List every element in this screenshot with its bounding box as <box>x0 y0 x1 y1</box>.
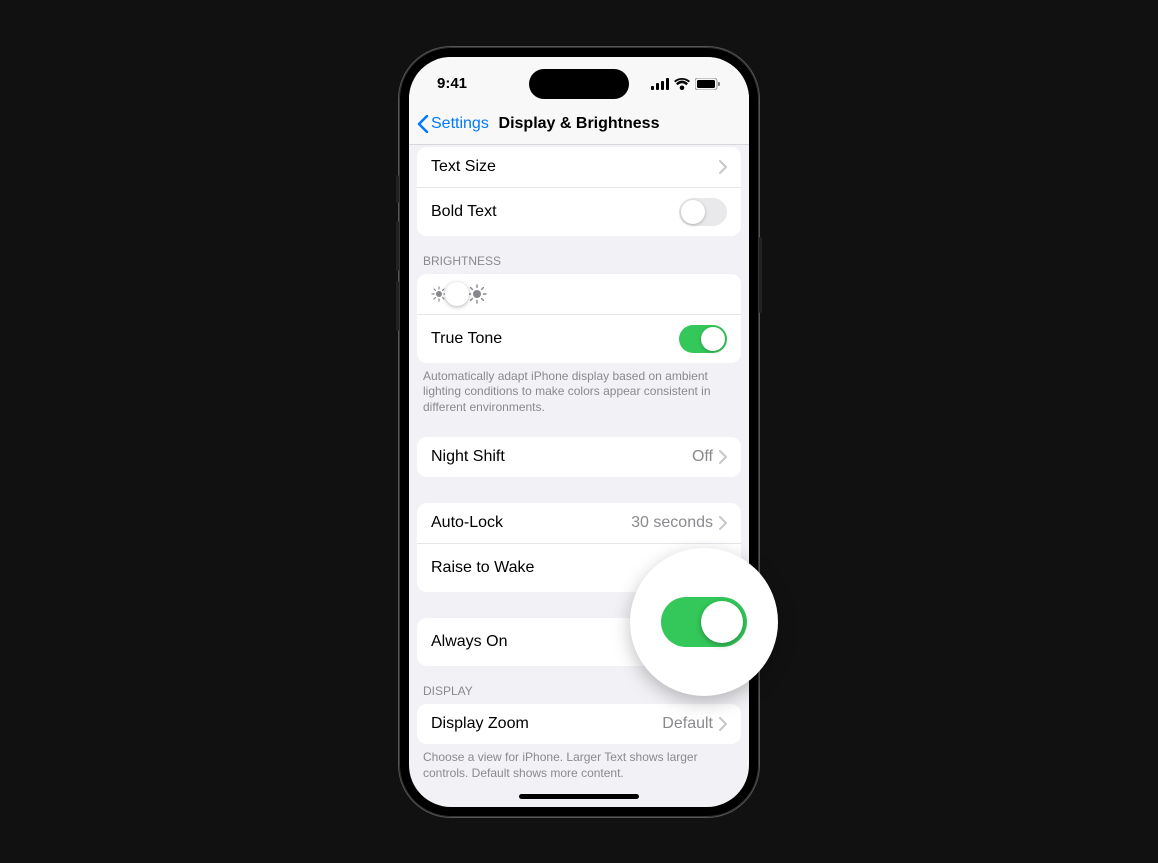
raise-to-wake-label: Raise to Wake <box>431 559 679 577</box>
row-auto-lock[interactable]: Auto-Lock 30 seconds <box>417 503 741 543</box>
row-night-shift[interactable]: Night Shift Off <box>417 437 741 477</box>
back-button[interactable]: Settings <box>417 105 489 144</box>
display-zoom-label: Display Zoom <box>431 715 662 733</box>
row-text-size[interactable]: Text Size <box>417 147 741 187</box>
signal-icon <box>651 78 669 90</box>
row-bold-text: Bold Text <box>417 187 741 236</box>
night-shift-label: Night Shift <box>431 448 692 466</box>
page-title: Display & Brightness <box>499 115 660 133</box>
section-header-brightness: BRIGHTNESS <box>409 236 749 274</box>
group-text: Text Size Bold Text <box>417 147 741 236</box>
chevron-right-icon <box>719 450 727 464</box>
back-label: Settings <box>431 115 489 133</box>
row-true-tone: True Tone <box>417 314 741 363</box>
side-button-power <box>759 237 762 313</box>
wifi-icon <box>674 78 690 90</box>
chevron-left-icon <box>417 115 429 133</box>
group-display-zoom: Display Zoom Default <box>417 704 741 744</box>
home-indicator <box>519 794 639 799</box>
bold-text-toggle[interactable] <box>679 198 727 226</box>
status-time: 9:41 <box>437 75 467 92</box>
true-tone-label: True Tone <box>431 330 679 348</box>
true-tone-footer: Automatically adapt iPhone display based… <box>409 363 749 422</box>
row-display-zoom[interactable]: Display Zoom Default <box>417 704 741 744</box>
nav-bar: Settings Display & Brightness <box>409 105 749 145</box>
true-tone-toggle[interactable] <box>679 325 727 353</box>
dynamic-island <box>529 69 629 99</box>
sun-large-icon <box>467 284 487 304</box>
magnifier-callout <box>630 548 778 696</box>
chevron-right-icon <box>719 516 727 530</box>
auto-lock-label: Auto-Lock <box>431 514 631 532</box>
group-brightness: True Tone <box>417 274 741 363</box>
auto-lock-value: 30 seconds <box>631 514 713 532</box>
side-button-silence <box>396 175 399 203</box>
bold-text-label: Bold Text <box>431 203 679 221</box>
side-button-vol-down <box>396 281 399 331</box>
text-size-label: Text Size <box>431 158 719 176</box>
battery-icon <box>695 78 721 90</box>
status-icons <box>651 78 721 90</box>
phone-frame: 9:41 Settings Display & Brightness Text … <box>399 47 759 817</box>
night-shift-value: Off <box>692 448 713 466</box>
display-zoom-value: Default <box>662 715 713 733</box>
group-night-shift: Night Shift Off <box>417 437 741 477</box>
display-zoom-footer: Choose a view for iPhone. Larger Text sh… <box>409 744 749 778</box>
side-button-vol-up <box>396 221 399 271</box>
chevron-right-icon <box>719 160 727 174</box>
brightness-slider-row <box>417 274 741 314</box>
chevron-right-icon <box>719 717 727 731</box>
always-on-toggle-magnified <box>661 597 747 647</box>
